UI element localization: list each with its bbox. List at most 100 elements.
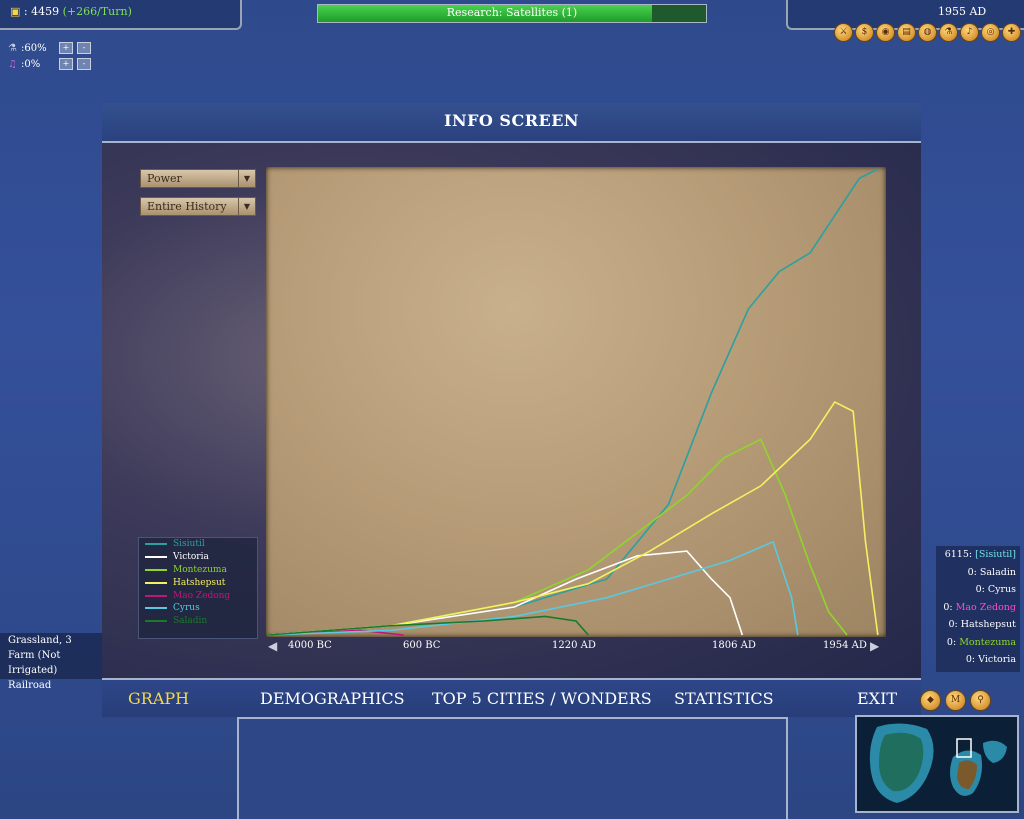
science-rate-row: ⚗ :60% + - (8, 40, 91, 56)
score-row[interactable]: 0: Mao Zedong (936, 599, 1020, 617)
legend-label: Montezuma (173, 564, 227, 575)
culture-icon: ♫ (8, 58, 17, 70)
scoreboard: 6115: [Sisiutil] 0: Saladin 0: Cyrus 0: Mao… (936, 546, 1020, 672)
score-value: 0: (946, 636, 960, 648)
scroll-right-arrow[interactable]: ▶ (870, 639, 879, 653)
range-dropdown-value: Entire History (147, 200, 227, 213)
series-line-cyrus (267, 540, 799, 636)
score-value: 0: (943, 601, 956, 613)
score-row[interactable]: 0: Montezuma (936, 634, 1020, 652)
science-increase-button[interactable]: + (58, 42, 73, 54)
scroll-left-arrow[interactable]: ◀ (268, 639, 277, 653)
legend-item: Sisiutil (139, 538, 257, 551)
page-title: INFO SCREEN (443, 111, 580, 130)
exit-button[interactable]: EXIT (857, 689, 897, 708)
range-dropdown[interactable]: Entire History ▼ (140, 197, 256, 216)
legend-swatch (145, 607, 167, 610)
score-value: 0: (975, 584, 988, 595)
science-rate: :60% (20, 42, 47, 54)
score-value: 0: (965, 654, 979, 665)
commerce-rates: ⚗ :60% + - ♫ :0% + - (8, 40, 91, 72)
series-line-sisiutil (267, 168, 879, 636)
legend-item: Saladin (139, 615, 257, 628)
score-row[interactable]: 6115: [Sisiutil] (936, 546, 1020, 564)
tile-info-panel: Grassland, 3 Farm (Not Irrigated) Railro… (0, 633, 102, 691)
legend-swatch (145, 568, 167, 571)
legend-item: Cyrus (139, 602, 257, 615)
x-axis-labels: ◀ ▶ 4000 BC 600 BC 1220 AD 1806 AD 1954 AD (266, 639, 886, 658)
gold-per-turn: (+266/Turn) (62, 5, 132, 18)
globe-icon[interactable]: ◍ (918, 23, 937, 42)
graph-parchment (266, 167, 886, 637)
gold-readout: ▣ : 4459 (+266/Turn) (10, 5, 132, 18)
legend-label: Sisiutil (173, 539, 205, 550)
espionage-icon[interactable]: ◎ (981, 23, 1000, 42)
score-value: 0: (967, 566, 980, 578)
military-icon[interactable]: ⚔ (834, 23, 853, 42)
gold-amount: : 4459 (23, 5, 60, 18)
legend-label: Saladin (173, 616, 208, 627)
info-tabs: GRAPH DEMOGRAPHICS TOP 5 CITIES / WONDER… (102, 678, 921, 717)
gold-icon[interactable]: $ (855, 23, 874, 42)
series-line-montezuma (267, 438, 848, 636)
tab-top-cities-wonders[interactable]: TOP 5 CITIES / WONDERS (432, 689, 652, 708)
stat-dropdown-value: Power (147, 172, 182, 185)
science-icon[interactable]: ⚗ (939, 23, 958, 42)
stat-dropdown[interactable]: Power ▼ (140, 169, 256, 188)
legend-swatch (145, 620, 167, 623)
culture-decrease-button[interactable]: - (76, 58, 91, 70)
research-bar[interactable]: Research: Satellites (1) (317, 4, 707, 23)
legend-item: Victoria (139, 551, 257, 564)
legend-item: Montezuma (139, 564, 257, 577)
info-screen-window: INFO SCREEN Power ▼ Entire History ▼ Sis… (102, 103, 921, 717)
x-tick-label: 1220 AD (552, 640, 596, 651)
legend-label: Victoria (173, 552, 209, 563)
minimap[interactable] (855, 715, 1019, 813)
research-label: Research: Satellites (1) (446, 6, 578, 19)
science-icon: ⚗ (8, 42, 17, 54)
map-icon[interactable]: M (945, 690, 966, 711)
zoom-icon[interactable]: ⚲ (970, 690, 991, 711)
score-icon[interactable]: ◆ (920, 690, 941, 711)
x-tick-label: 600 BC (403, 640, 441, 651)
legend-swatch (145, 543, 167, 546)
x-tick-label: 4000 BC (288, 640, 332, 651)
legend-swatch (145, 594, 167, 597)
score-row[interactable]: 0: Hatshepsut (936, 616, 1020, 634)
tab-demographics[interactable]: DEMOGRAPHICS (260, 689, 405, 708)
tab-graph[interactable]: GRAPH (128, 689, 189, 708)
legend-swatch (145, 581, 167, 584)
culture-icon[interactable]: ♪ (960, 23, 979, 42)
score-value: 0: (948, 619, 961, 630)
advisor-buttons: ⚔ $ ◉ ▤ ◍ ⚗ ♪ ◎ ✚ (834, 23, 1021, 42)
minimap-image (857, 717, 1017, 811)
bottom-unit-panel (237, 717, 788, 819)
science-decrease-button[interactable]: - (76, 42, 91, 54)
series-line-victoria (267, 550, 744, 636)
score-player-name: Hatshepsut (960, 619, 1016, 630)
treasury-icon[interactable]: ◉ (876, 23, 895, 42)
score-player-name: Saladin (979, 566, 1016, 578)
gold-icon: ▣ (10, 5, 21, 18)
info-title-bar: INFO SCREEN (102, 103, 921, 143)
score-row[interactable]: 0: Saladin (936, 564, 1020, 582)
legend-label: Mao Zedong (173, 590, 231, 601)
tile-improvement: Farm (Not Irrigated) (8, 650, 61, 676)
legend-swatch (145, 556, 167, 559)
score-player-name: [Sisiutil] (975, 549, 1016, 560)
info-body: Power ▼ Entire History ▼ Sisiutil Victori… (102, 143, 921, 678)
legend-label: Hatshepsut (173, 577, 226, 588)
religion-icon[interactable]: ✚ (1002, 23, 1021, 42)
chevron-down-icon: ▼ (238, 170, 255, 187)
score-value: 6115: (944, 549, 976, 560)
tile-route: Railroad (8, 680, 52, 691)
tile-terrain: Grassland, 3 (8, 635, 72, 646)
power-graph (267, 168, 879, 636)
score-row[interactable]: 0: Victoria (936, 651, 1020, 669)
legend-item: Mao Zedong (139, 589, 257, 602)
culture-increase-button[interactable]: + (58, 58, 73, 70)
score-row[interactable]: 0: Cyrus (936, 581, 1020, 599)
score-player-name: Mao Zedong (955, 601, 1016, 613)
scroll-icon[interactable]: ▤ (897, 23, 916, 42)
tab-statistics[interactable]: STATISTICS (674, 689, 774, 708)
